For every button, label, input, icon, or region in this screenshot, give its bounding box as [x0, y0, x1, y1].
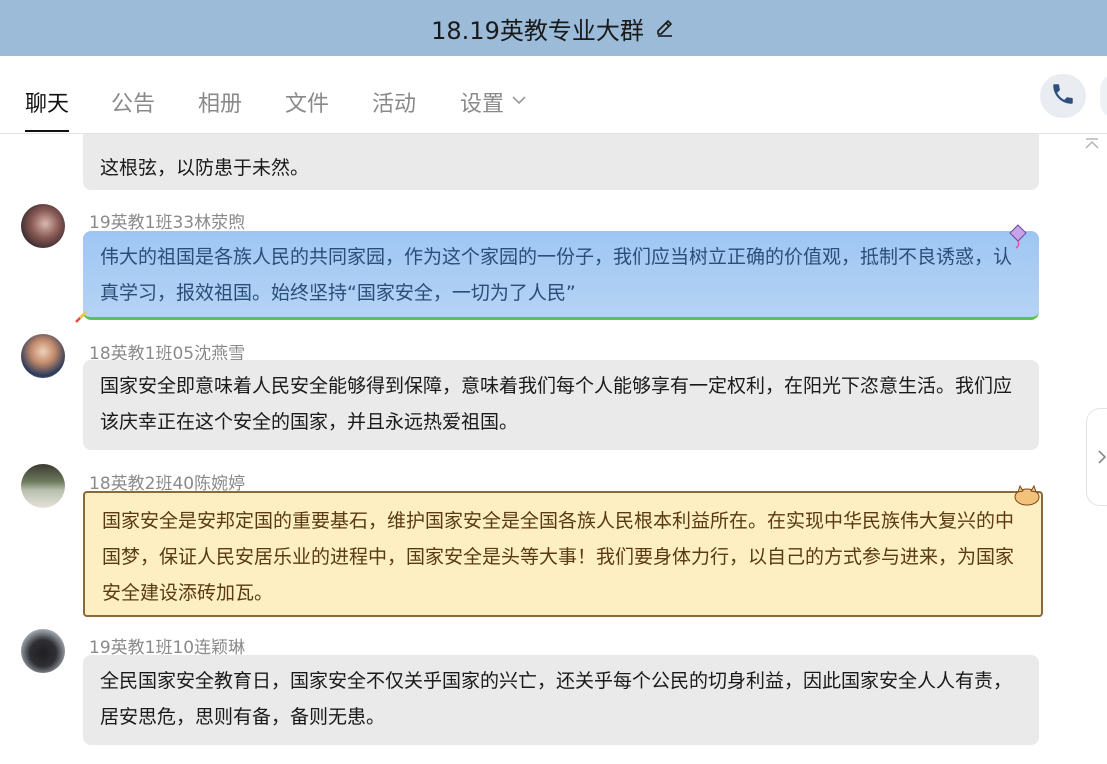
kite-sticker-icon [1009, 224, 1027, 249]
title-bar: 18.19英教专业大群 [0, 0, 1107, 56]
phone-icon [1050, 81, 1076, 111]
message-text: 伟大的祖国是各族人民的共同家园，作为这个家园的一份子，我们应当树立正确的价值观，… [100, 246, 1013, 304]
message-bubble[interactable]: 全民国家安全教育日，国家安全不仅关乎国家的兴亡，还关乎每个公民的切身利益，因此国… [83, 655, 1039, 745]
tab-bar: 聊天 公告 相册 文件 活动 设置 [0, 56, 1107, 134]
tab-album[interactable]: 相册 [198, 86, 242, 132]
tab-files[interactable]: 文件 [285, 86, 329, 132]
message-bubble[interactable]: 国家安全即意味着人民安全能够得到保障，意味着我们每个人能够享有一定权利，在阳光下… [83, 360, 1039, 450]
avatar[interactable] [21, 204, 65, 248]
pencil-edit-icon[interactable] [654, 17, 676, 39]
chevron-up-icon [1085, 138, 1099, 149]
message-bubble[interactable]: 国家安全是安邦定国的重要基石，维护国家安全是全国各族人民根本利益所在。在实现中华… [83, 491, 1043, 617]
message-bubble[interactable]: 这根弦，以防患于未然。 [83, 134, 1039, 190]
message-text: 国家安全即意味着人民安全能够得到保障，意味着我们每个人能够享有一定权利，在阳光下… [100, 375, 1013, 433]
scroll-top-button[interactable] [1084, 136, 1100, 155]
group-title: 18.19英教专业大群 [431, 16, 644, 45]
sender-name: 19英教1班33林荥煦 [89, 213, 246, 233]
tab-activities[interactable]: 活动 [372, 86, 416, 132]
avatar[interactable] [21, 334, 65, 378]
chat-message-list[interactable]: 这根弦，以防患于未然。 19英教1班33林荥煦 伟大的祖国是各族人民的共同家园，… [0, 134, 1107, 764]
candy-sticker-icon [75, 311, 87, 323]
side-panel-toggle[interactable] [1086, 408, 1107, 506]
message-text: 国家安全是安邦定国的重要基石，维护国家安全是全国各族人民根本利益所在。在实现中华… [102, 510, 1015, 604]
avatar[interactable] [21, 464, 65, 508]
avatar[interactable] [21, 629, 65, 673]
message-text: 全民国家安全教育日，国家安全不仅关乎国家的兴亡，还关乎每个公民的切身利益，因此国… [100, 670, 1013, 728]
tab-settings[interactable]: 设置 [460, 86, 526, 132]
voice-call-button[interactable] [1040, 74, 1086, 118]
chevron-down-icon [512, 86, 526, 111]
tab-settings-label: 设置 [460, 92, 505, 117]
cat-sticker-icon [1014, 484, 1040, 506]
title-wrap: 18.19英教专业大群 [431, 11, 676, 46]
tab-announcements[interactable]: 公告 [111, 86, 155, 132]
message-bubble[interactable]: 伟大的祖国是各族人民的共同家园，作为这个家园的一份子，我们应当树立正确的价值观，… [83, 231, 1039, 320]
message-text: 这根弦，以防患于未然。 [100, 157, 310, 179]
chevron-right-icon [1098, 450, 1107, 464]
tab-chat[interactable]: 聊天 [25, 86, 70, 132]
